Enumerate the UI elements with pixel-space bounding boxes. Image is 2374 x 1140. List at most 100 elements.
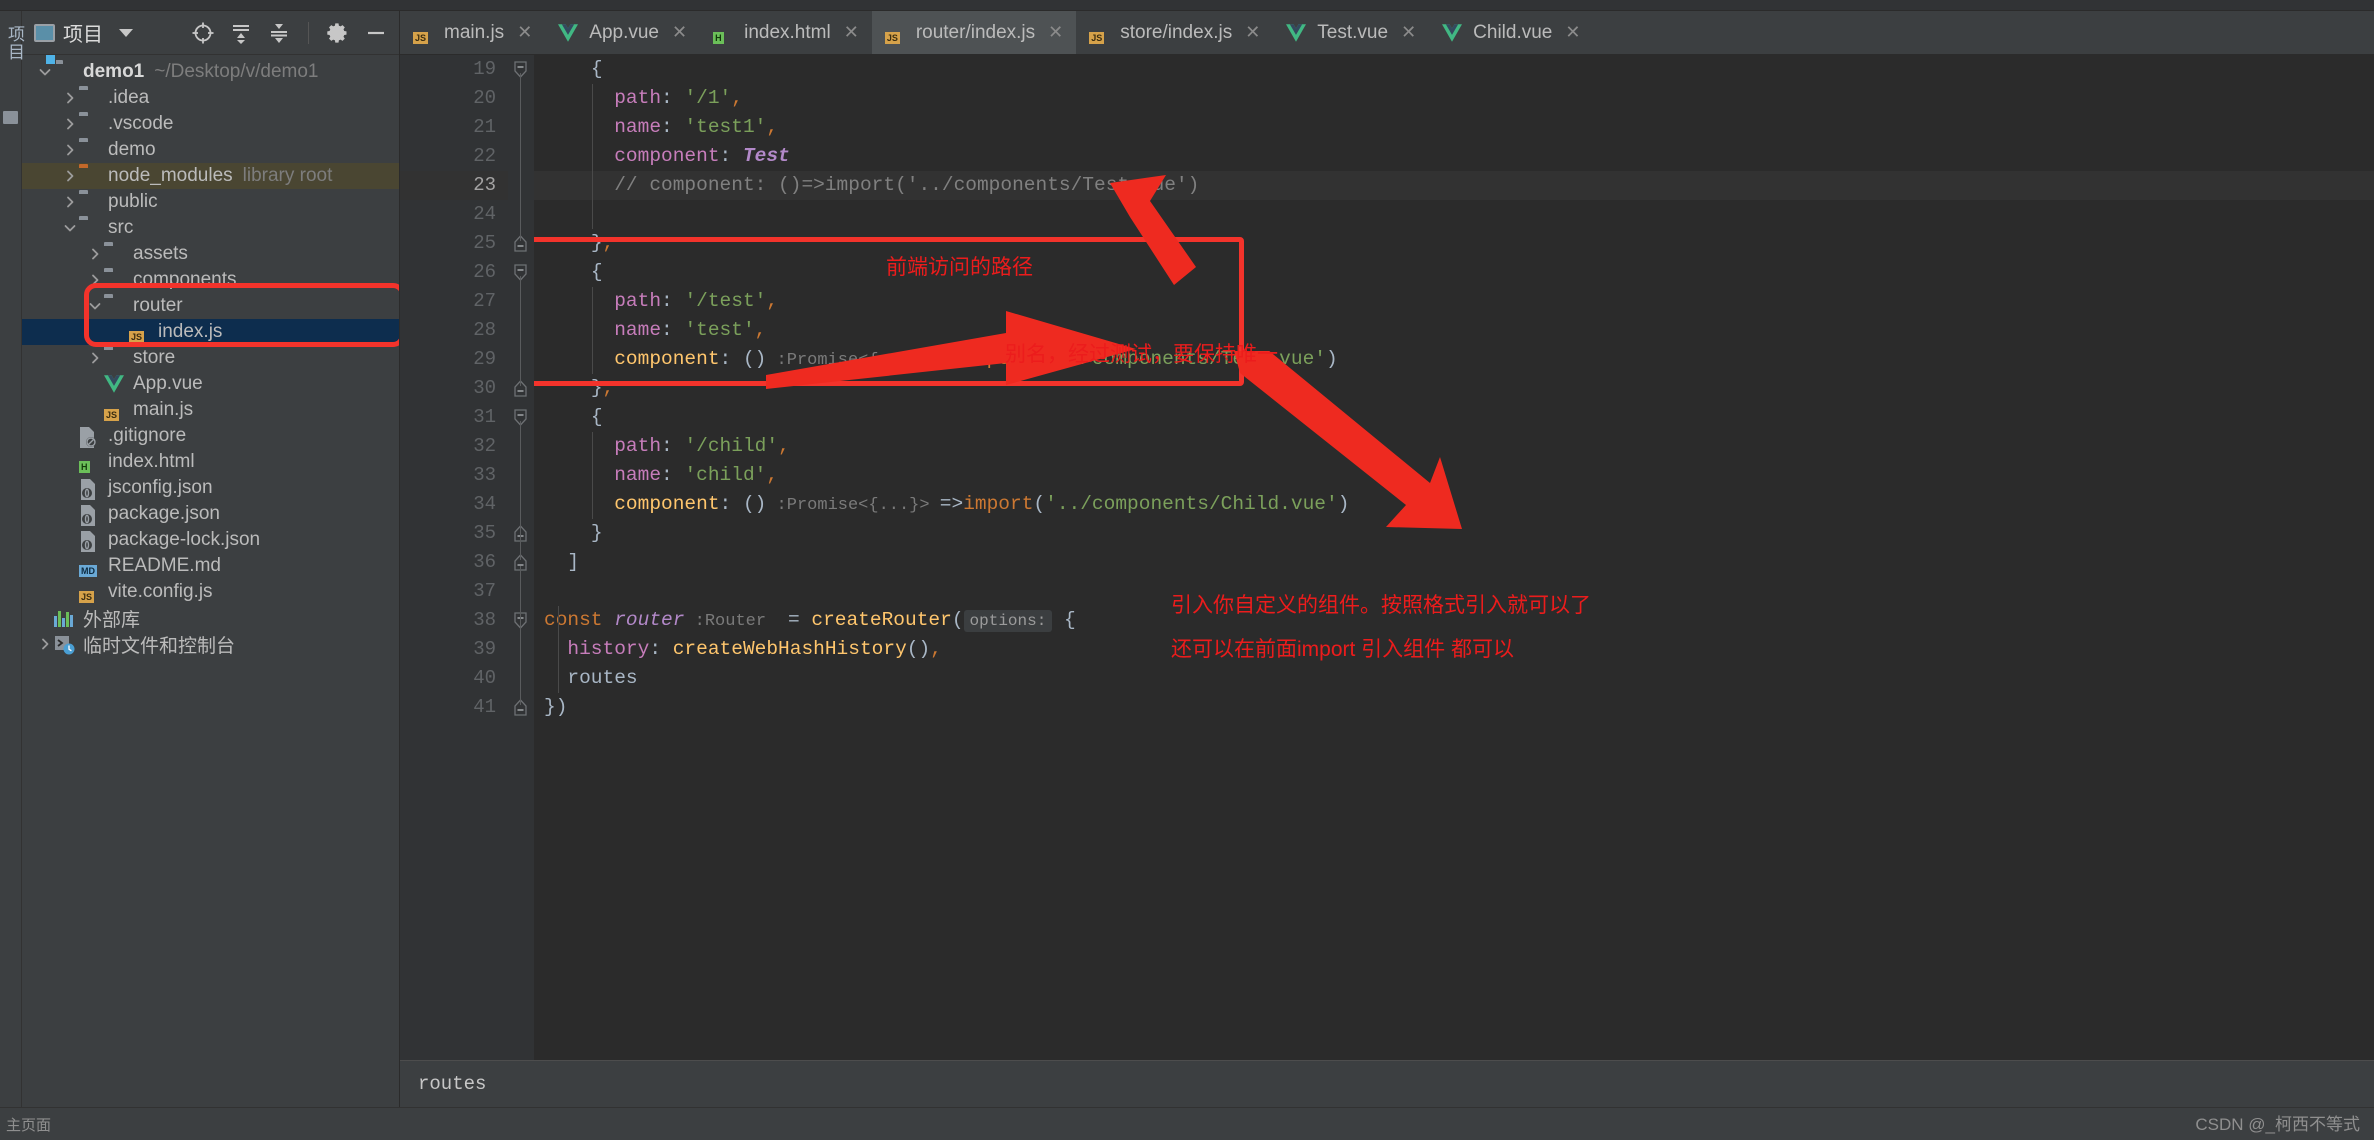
chevron-right-icon[interactable] [61,195,79,209]
tab-child-vue[interactable]: Child.vue ✕ [1429,11,1593,54]
folder-icon [104,245,126,263]
code-line[interactable]: }, [534,229,2374,258]
tree-item-readme-md[interactable]: MD README.md [22,553,399,579]
tree-item-src[interactable]: src [22,215,399,241]
chevron-right-icon[interactable] [86,273,104,287]
code-content[interactable]: 前端访问的路径 别名，经过测试，要保持唯一 引入你自定义的组件。按照格式引入就可… [534,55,2374,1060]
code-editor[interactable]: 19 20 21 22 23 24 25 26 27 28 29 30 31 32 33 34 35 36 37 38… [400,55,2374,1060]
chevron-right-icon[interactable] [61,91,79,105]
line-number: 38 [473,609,496,631]
chevron-down-icon[interactable] [61,221,79,235]
code-line[interactable] [534,200,2374,229]
close-icon[interactable]: ✕ [517,22,532,43]
code-line[interactable]: { [534,403,2374,432]
collapse-all-icon[interactable] [264,18,294,48]
chevron-down-icon[interactable] [36,65,54,79]
close-icon[interactable]: ✕ [672,22,687,43]
close-icon[interactable]: ✕ [844,22,859,43]
code-line[interactable]: // component: ()=>import('../components/… [534,171,2374,200]
editor-tabbar[interactable]: JS main.js ✕ App.vue ✕ Hindex.html ✕ JS router/i… [400,11,2374,55]
code-line[interactable]: ] [534,548,2374,577]
project-tree[interactable]: demo1 ~/Desktop/v/demo1 .idea .vscode demo no… [22,55,399,1107]
tree-item-demo[interactable]: demo [22,137,399,163]
code-line[interactable]: component: () :Promise<{...}> =>import('… [534,490,2374,519]
tree-item-package-json[interactable]: package.json [22,501,399,527]
code-line[interactable]: path: '/test', [534,287,2374,316]
tree-item--[interactable]: 临时文件和控制台 [22,631,399,657]
tree-item-components[interactable]: components [22,267,399,293]
tree-item-label: router [133,295,183,316]
code-line[interactable]: }) [534,693,2374,722]
tree-item-public[interactable]: public [22,189,399,215]
code-line[interactable]: } [534,519,2374,548]
tree-item--gitignore[interactable]: .gitignore [22,423,399,449]
tab-store-index-js[interactable]: JS store/index.js ✕ [1076,11,1273,54]
code-line[interactable]: name: 'test', [534,316,2374,345]
code-line[interactable]: name: 'child', [534,461,2374,490]
tab-app-vue[interactable]: App.vue ✕ [545,11,700,54]
close-icon[interactable]: ✕ [1401,22,1416,43]
tree-item-label: 临时文件和控制台 [83,635,236,657]
tree-item--vscode[interactable]: .vscode [22,111,399,137]
tree-item-node-modules[interactable]: node_modules library root [22,163,399,189]
chevron-right-icon[interactable] [86,247,104,261]
code-line[interactable]: { [534,55,2374,84]
line-number: 33 [473,464,496,486]
chevron-right-icon[interactable] [61,169,79,183]
code-line[interactable] [534,577,2374,606]
tree-item-demo1[interactable]: demo1 ~/Desktop/v/demo1 [22,59,399,85]
tree-item-store[interactable]: store [22,345,399,371]
tree-item-main-js[interactable]: JS main.js [22,397,399,423]
tree-item-router[interactable]: router [22,293,399,319]
file-vue-icon [104,375,126,393]
chevron-down-icon[interactable] [119,28,133,37]
tab-index-html[interactable]: Hindex.html ✕ [700,11,872,54]
chevron-right-icon[interactable] [86,351,104,365]
chevron-down-icon[interactable] [86,299,104,313]
tree-item-vite-config-js[interactable]: JS vite.config.js [22,579,399,605]
locate-target-icon[interactable] [188,18,218,48]
tree-item-index-html[interactable]: Hindex.html [22,449,399,475]
tab-test-vue[interactable]: Test.vue ✕ [1273,11,1429,54]
code-line[interactable]: path: '/1', [534,84,2374,113]
code-folding-column[interactable] [508,55,534,1060]
code-line[interactable]: history: createWebHashHistory(), [534,635,2374,664]
gear-icon[interactable] [323,18,353,48]
tree-item-assets[interactable]: assets [22,241,399,267]
file-md-icon: MD [79,565,97,577]
line-number-gutter: 19 20 21 22 23 24 25 26 27 28 29 30 31 32 33 34 35 36 37 38… [400,55,532,1060]
tree-item-jsconfig-json[interactable]: jsconfig.json [22,475,399,501]
left-tool-strip[interactable]: 项目 [0,11,24,1107]
file-js-icon: JS [1089,31,1105,44]
code-line[interactable]: }, [534,374,2374,403]
close-icon[interactable]: ✕ [1048,22,1063,43]
line-number: 31 [473,406,496,428]
code-line[interactable]: name: 'test1', [534,113,2374,142]
line-number: 34 [473,493,496,515]
chevron-right-icon[interactable] [61,117,79,131]
tab-router-index-js[interactable]: JS router/index.js ✕ [871,11,1077,54]
tool-strip-icon[interactable] [3,111,18,124]
chevron-right-icon[interactable] [36,637,54,651]
tab-main-js[interactable]: JS main.js ✕ [400,11,545,54]
tree-item-label: index.html [108,451,195,472]
line-number: 28 [473,319,496,341]
tree-item-app-vue[interactable]: App.vue [22,371,399,397]
close-icon[interactable]: ✕ [1245,22,1260,43]
code-line[interactable]: component: Test [534,142,2374,171]
code-line[interactable]: const router :Router = createRouter(opti… [534,606,2374,635]
code-line[interactable]: path: '/child', [534,432,2374,461]
tree-item-package-lock-json[interactable]: package-lock.json [22,527,399,553]
tree-item-index-js[interactable]: JS index.js [22,319,399,345]
tree-item--[interactable]: 外部库 [22,605,399,631]
expand-all-icon[interactable] [226,18,256,48]
code-line[interactable]: routes [534,664,2374,693]
minimize-icon[interactable] [361,18,391,48]
code-line[interactable]: { [534,258,2374,287]
close-icon[interactable]: ✕ [1565,22,1580,43]
code-line[interactable]: component: () :Promise<{...}> =>import('… [534,345,2374,374]
tree-item--idea[interactable]: .idea [22,85,399,111]
chevron-right-icon[interactable] [61,143,79,157]
tab-label: router/index.js [915,21,1036,43]
line-number: 32 [473,435,496,457]
